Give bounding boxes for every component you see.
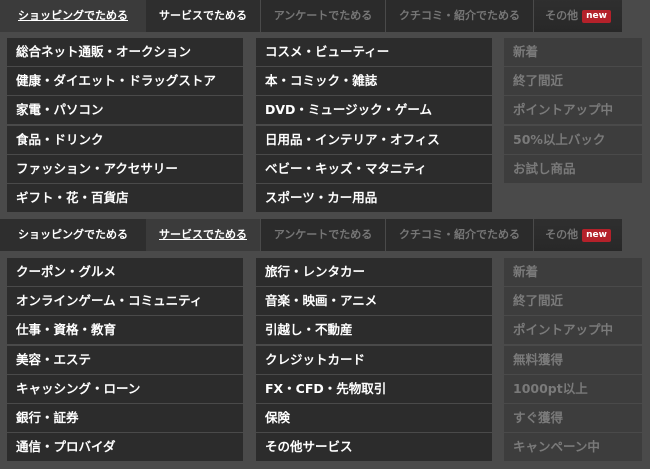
filter-link[interactable]: 1000pt以上 bbox=[504, 375, 642, 403]
category-link[interactable]: DVD・ミュージック・ゲーム bbox=[256, 96, 492, 124]
filter-link[interactable]: 終了間近 bbox=[504, 67, 642, 95]
new-badge: new bbox=[582, 228, 611, 242]
category-link[interactable]: 銀行・証券 bbox=[7, 404, 243, 432]
category-link[interactable]: コスメ・ビューティー bbox=[256, 38, 492, 66]
tab-label: ショッピングでためる bbox=[18, 9, 128, 22]
category-link[interactable]: 食品・ドリンク bbox=[7, 126, 243, 154]
category-link[interactable]: 音楽・映画・アニメ bbox=[256, 287, 492, 315]
filter-link[interactable]: キャンペーン中 bbox=[504, 433, 642, 461]
category-link[interactable]: 日用品・インテリア・オフィス bbox=[256, 126, 492, 154]
category-link[interactable]: クーポン・グルメ bbox=[7, 258, 243, 286]
filter-link[interactable]: 新着 bbox=[504, 38, 642, 66]
new-badge: new bbox=[582, 9, 611, 23]
tab-shopping[interactable]: ショッピングでためる bbox=[0, 219, 146, 251]
tab-review-referral[interactable]: クチコミ・紹介でためる bbox=[386, 219, 533, 251]
tab-label: ショッピングでためる bbox=[18, 228, 128, 241]
category-link[interactable]: 引越し・不動産 bbox=[256, 316, 492, 344]
panel1-tab-bar: ショッピングでためる サービスでためる アンケートでためる クチコミ・紹介でため… bbox=[0, 0, 650, 32]
tab-service[interactable]: サービスでためる bbox=[146, 0, 260, 32]
category-link[interactable]: 通信・プロバイダ bbox=[7, 433, 243, 461]
category-link[interactable]: 美容・エステ bbox=[7, 346, 243, 374]
filter-link[interactable]: 無料獲得 bbox=[504, 346, 642, 374]
panel2-tab-bar: ショッピングでためる サービスでためる アンケートでためる クチコミ・紹介でため… bbox=[0, 219, 650, 251]
category-link[interactable]: スポーツ・カー用品 bbox=[256, 184, 492, 212]
tab-review-referral[interactable]: クチコミ・紹介でためる bbox=[386, 0, 533, 32]
tab-survey[interactable]: アンケートでためる bbox=[261, 219, 385, 251]
tab-survey[interactable]: アンケートでためる bbox=[261, 0, 385, 32]
filter-link[interactable]: 50%以上バック bbox=[504, 126, 642, 154]
category-link[interactable]: クレジットカード bbox=[256, 346, 492, 374]
category-link[interactable]: ギフト・花・百貨店 bbox=[7, 184, 243, 212]
tab-label: クチコミ・紹介でためる bbox=[399, 9, 520, 22]
filter-link[interactable]: 新着 bbox=[504, 258, 642, 286]
tab-label: その他 bbox=[545, 9, 579, 22]
tab-other[interactable]: その他 new bbox=[534, 0, 622, 32]
category-link[interactable]: オンラインゲーム・コミュニティ bbox=[7, 287, 243, 315]
category-link[interactable]: ファッション・アクセサリー bbox=[7, 155, 243, 183]
category-link[interactable]: FX・CFD・先物取引 bbox=[256, 375, 492, 403]
category-link[interactable]: 旅行・レンタカー bbox=[256, 258, 492, 286]
category-link[interactable]: キャッシング・ローン bbox=[7, 375, 243, 403]
tab-label: その他 bbox=[545, 228, 579, 241]
filter-link[interactable]: ポイントアップ中 bbox=[504, 96, 642, 124]
filter-link[interactable]: お試し商品 bbox=[504, 155, 642, 183]
category-link[interactable]: 総合ネット通販・オークション bbox=[7, 38, 243, 66]
category-link[interactable]: その他サービス bbox=[256, 433, 492, 461]
tab-label: サービスでためる bbox=[159, 228, 247, 241]
tab-shopping[interactable]: ショッピングでためる bbox=[0, 0, 146, 32]
category-link[interactable]: 健康・ダイエット・ドラッグストア bbox=[7, 67, 243, 95]
tab-label: サービスでためる bbox=[159, 9, 247, 22]
category-link[interactable]: 仕事・資格・教育 bbox=[7, 316, 243, 344]
filter-link[interactable]: ポイントアップ中 bbox=[504, 316, 642, 344]
tab-label: アンケートでためる bbox=[273, 228, 373, 241]
tab-label: アンケートでためる bbox=[273, 9, 373, 22]
category-link[interactable]: 家電・パソコン bbox=[7, 96, 243, 124]
tab-label: クチコミ・紹介でためる bbox=[399, 228, 520, 241]
tab-service[interactable]: サービスでためる bbox=[146, 219, 260, 251]
tab-other[interactable]: その他 new bbox=[534, 219, 622, 251]
category-link[interactable]: 本・コミック・雑誌 bbox=[256, 67, 492, 95]
filter-link[interactable]: すぐ獲得 bbox=[504, 404, 642, 432]
filter-link[interactable]: 終了間近 bbox=[504, 287, 642, 315]
category-link[interactable]: ベビー・キッズ・マタニティ bbox=[256, 155, 492, 183]
category-link[interactable]: 保険 bbox=[256, 404, 492, 432]
